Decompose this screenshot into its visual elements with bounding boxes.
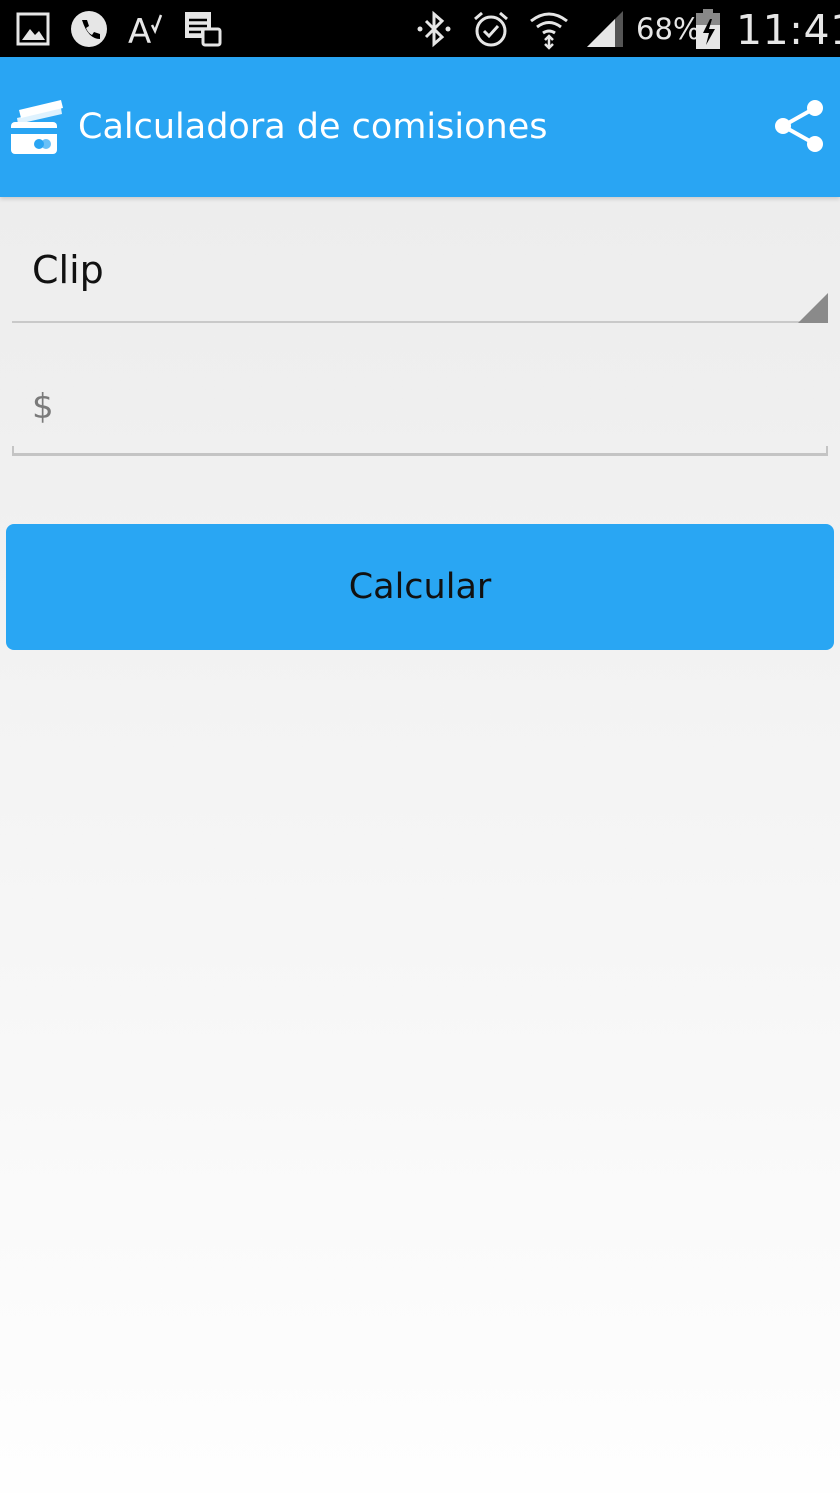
share-icon [775,100,823,152]
provider-selected-value: Clip [32,248,104,292]
amount-underline-right-tick [826,446,828,456]
bluetooth-icon [414,9,454,49]
app-bar: Calculadora de comisiones [0,57,840,197]
gallery-icon [15,9,51,49]
credit-cards-icon [9,98,65,161]
calculate-button[interactable]: Calcular [6,524,834,650]
clock: 11:41 [736,6,840,54]
dropdown-arrow-icon [798,293,828,323]
spinner-underline [12,321,828,323]
amount-underline [12,453,828,456]
svg-text:A: A [128,12,151,47]
alarm-icon [471,9,511,49]
signal-icon [585,9,625,49]
phone-icon [70,9,108,49]
battery-percent: 68% [636,12,701,46]
app-title: Calculadora de comisiones [78,107,548,147]
amount-field[interactable] [12,362,828,458]
spellcheck-icon: A [128,9,166,49]
amount-underline-left-tick [12,446,14,456]
wifi-icon [528,9,570,50]
provider-spinner[interactable]: Clip [12,228,828,326]
amount-input[interactable] [12,362,828,452]
status-bar: A 68% 11:41 [0,0,840,57]
share-button[interactable] [768,95,830,157]
sync-icon [183,9,223,49]
battery-charging-icon [695,9,721,49]
